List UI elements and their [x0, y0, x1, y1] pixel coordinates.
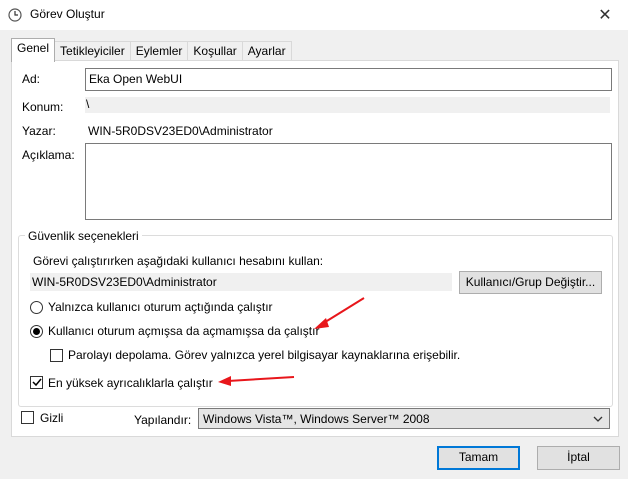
- description-field[interactable]: [85, 143, 612, 220]
- account-prompt: Görevi çalıştırırken aşağıdaki kullanıcı…: [33, 254, 324, 268]
- change-user-group-button[interactable]: Kullanıcı/Grup Değiştir...: [459, 271, 602, 294]
- close-button[interactable]: ✕: [582, 0, 628, 30]
- highest-privileges-checkbox[interactable]: [30, 376, 43, 389]
- tab-actions[interactable]: Eylemler: [129, 41, 189, 62]
- close-icon: ✕: [598, 7, 612, 24]
- radio-run-when-logged-on[interactable]: [30, 301, 43, 314]
- ok-button[interactable]: Tamam: [437, 446, 520, 470]
- tab-settings[interactable]: Ayarlar: [241, 41, 292, 62]
- radio-run-whether-logged-on[interactable]: [30, 325, 43, 338]
- location-label: Konum:: [22, 100, 64, 114]
- do-not-store-password-checkbox[interactable]: [50, 349, 63, 362]
- configure-for-select[interactable]: Windows Vista™, Windows Server™ 2008: [198, 408, 610, 429]
- hidden-checkbox[interactable]: [21, 411, 34, 424]
- window-title: Görev Oluştur: [30, 7, 105, 21]
- tab-conditions[interactable]: Koşullar: [187, 41, 243, 62]
- author-label: Yazar:: [22, 124, 56, 138]
- radio-run-whether-logged-on-label[interactable]: Kullanıcı oturum açmışsa da açmamışsa da…: [48, 324, 319, 338]
- account-value-box: WIN-5R0DSV23ED0\Administrator: [30, 273, 452, 291]
- name-label: Ad:: [22, 72, 41, 86]
- hidden-label[interactable]: Gizli: [40, 411, 63, 425]
- cancel-button[interactable]: İptal: [537, 446, 620, 470]
- configure-for-label: Yapılandır:: [134, 413, 192, 427]
- author-value: WIN-5R0DSV23ED0\Administrator: [88, 124, 273, 138]
- task-scheduler-clock-icon: [8, 8, 22, 22]
- description-label: Açıklama:: [22, 148, 75, 162]
- tab-general[interactable]: Genel: [11, 38, 56, 62]
- checkmark-icon: [32, 378, 42, 387]
- radio-run-when-logged-on-label[interactable]: Yalnızca kullanıcı oturum açtığında çalı…: [48, 300, 273, 314]
- title-bar: Görev Oluştur ✕: [0, 0, 628, 30]
- location-value: \: [86, 97, 90, 111]
- do-not-store-password-label[interactable]: Parolayı depolama. Görev yalnızca yerel …: [68, 348, 460, 362]
- security-options-title: Güvenlik seçenekleri: [25, 229, 142, 243]
- name-field-value: Eka Open WebUI: [89, 72, 183, 86]
- location-value-box: \: [85, 97, 610, 113]
- account-value: WIN-5R0DSV23ED0\Administrator: [32, 275, 217, 289]
- radio-selected-dot: [33, 328, 40, 335]
- highest-privileges-label[interactable]: En yüksek ayrıcalıklarla çalıştır: [48, 376, 213, 390]
- configure-for-value: Windows Vista™, Windows Server™ 2008: [203, 412, 430, 426]
- tab-strip: Genel Tetikleyiciler Eylemler Koşullar A…: [11, 38, 292, 62]
- name-field[interactable]: Eka Open WebUI: [85, 68, 612, 91]
- tab-triggers[interactable]: Tetikleyiciler: [54, 41, 131, 62]
- chevron-down-icon: [593, 416, 603, 422]
